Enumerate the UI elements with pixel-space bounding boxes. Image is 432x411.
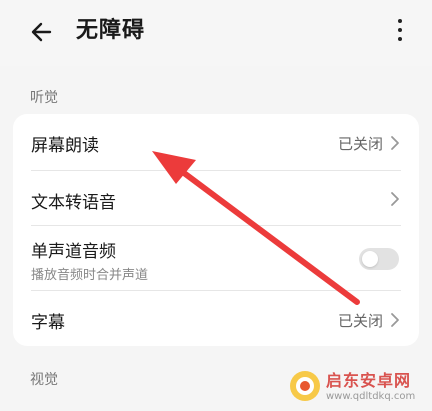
annotation-arrow (152, 151, 360, 305)
watermark-url: www.qdltdkq.com (326, 391, 416, 402)
watermark-logo-icon (290, 371, 320, 401)
watermark-name: 启东安卓网 (326, 371, 412, 390)
watermark: 启东安卓网 www.qdltdkq.com (288, 367, 428, 409)
